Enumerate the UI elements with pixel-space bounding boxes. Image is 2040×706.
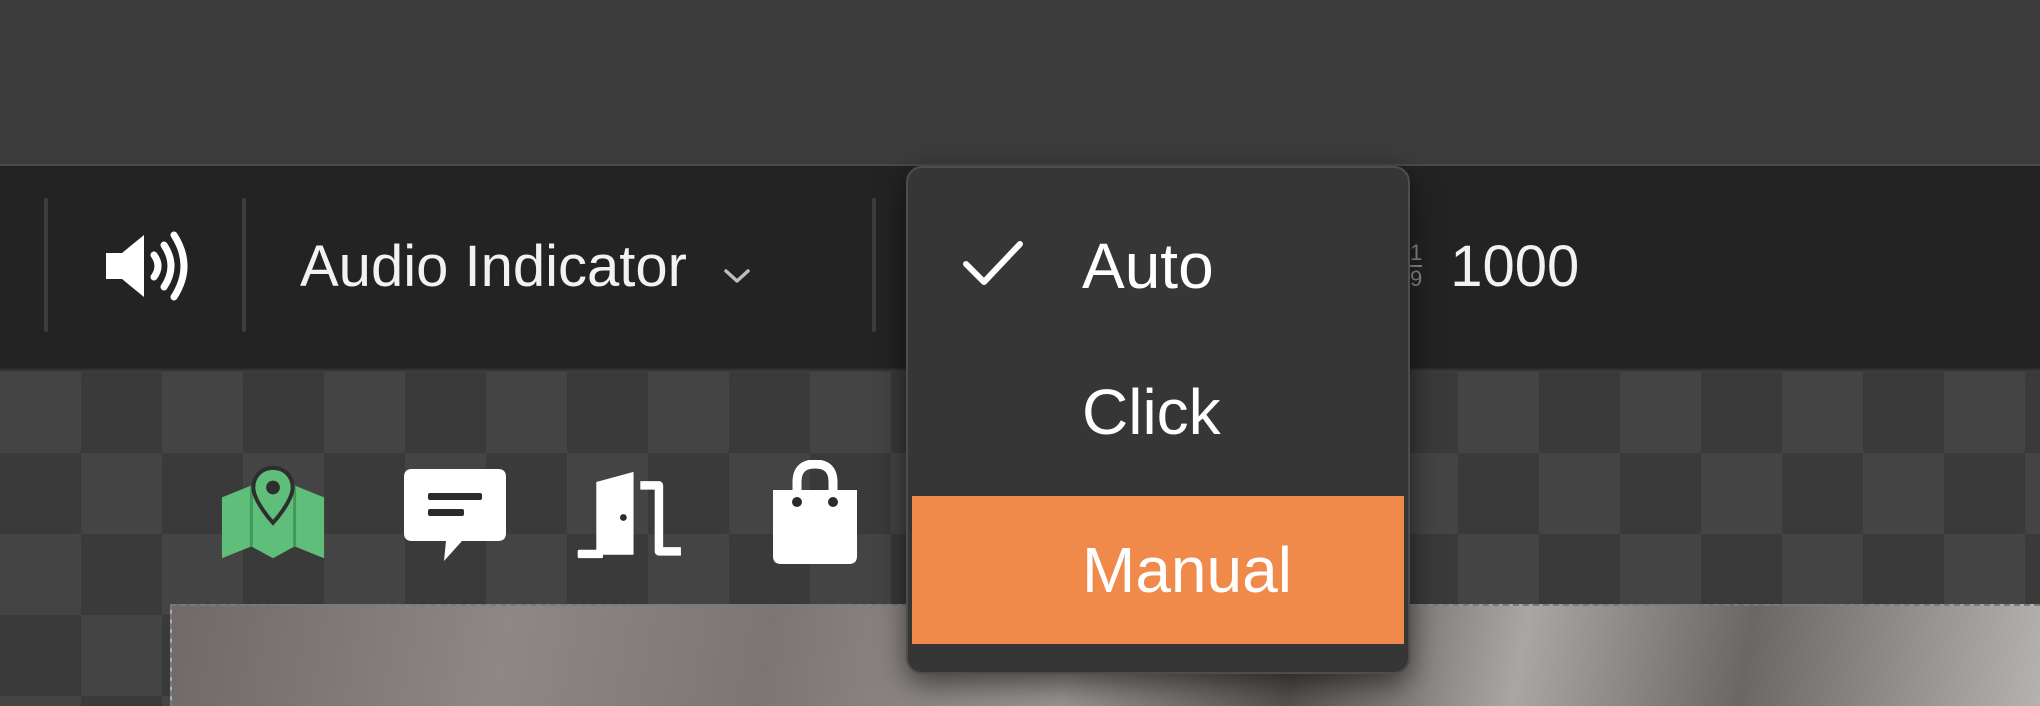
toolbar-divider bbox=[242, 198, 246, 332]
menu-item-label: Click bbox=[1082, 376, 1221, 448]
fraction-icon-top: 1 bbox=[1410, 240, 1423, 265]
value-readout: 1 9 1000 bbox=[1410, 206, 1579, 326]
top-empty-area bbox=[0, 0, 2040, 166]
audio-indicator-dropdown[interactable]: Audio Indicator bbox=[300, 206, 751, 326]
audio-mode-menu: Auto Click Manual bbox=[906, 166, 1410, 674]
map-pin-icon[interactable] bbox=[218, 460, 328, 570]
menu-item-label: Manual bbox=[1082, 534, 1292, 606]
fraction-icon-bottom: 9 bbox=[1410, 266, 1423, 291]
shopping-bag-icon[interactable] bbox=[760, 460, 870, 570]
menu-item-label: Auto bbox=[1082, 230, 1214, 302]
chevron-down-icon bbox=[723, 233, 751, 300]
fraction-icon: 1 9 bbox=[1410, 242, 1422, 290]
menu-item-click[interactable]: Click bbox=[912, 338, 1404, 486]
checkmark-icon bbox=[962, 229, 1024, 303]
toolbar-divider bbox=[872, 198, 876, 332]
chat-bubble-icon[interactable] bbox=[400, 460, 510, 570]
door-icon[interactable] bbox=[576, 460, 686, 570]
value-text[interactable]: 1000 bbox=[1450, 233, 1579, 300]
menu-item-auto[interactable]: Auto bbox=[912, 192, 1404, 340]
toolbar-divider bbox=[44, 198, 48, 332]
menu-item-manual[interactable]: Manual bbox=[912, 496, 1404, 644]
speaker-wave-icon[interactable] bbox=[92, 216, 200, 316]
audio-indicator-label: Audio Indicator bbox=[300, 233, 687, 299]
